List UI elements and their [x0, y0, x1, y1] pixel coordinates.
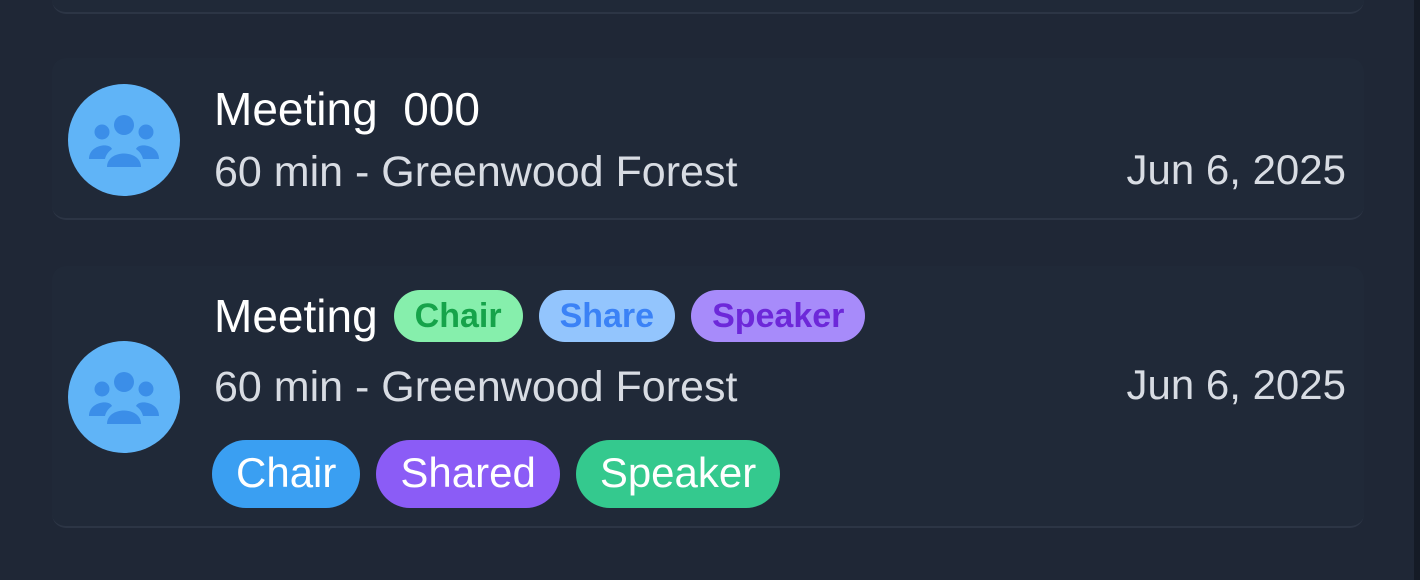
meeting-details: 60 min - Greenwood Forest [214, 148, 738, 196]
role-pill-speaker: Speaker [691, 290, 866, 342]
meeting-card[interactable]: Meeting 000 60 min - Greenwood Forest Ju… [52, 58, 1364, 220]
role-pill-share: Share [538, 290, 676, 342]
people-group-icon [89, 372, 159, 424]
meeting-date: Jun 6, 2025 [1126, 361, 1346, 408]
tag-speaker: Speaker [575, 440, 781, 508]
meeting-date: Jun 6, 2025 [1126, 146, 1346, 193]
meeting-details: 60 min - Greenwood Forest [214, 363, 738, 411]
role-pill-chair: Chair [393, 290, 523, 342]
people-group-icon [89, 115, 159, 167]
meeting-title-row: Meeting Chair Share Speaker [214, 288, 866, 344]
tag-chair: Chair [212, 440, 361, 508]
window-edge [1414, 0, 1420, 580]
meeting-title-row: Meeting 000 [214, 81, 480, 137]
meeting-card[interactable]: Meeting Chair Share Speaker 60 min - Gre… [52, 266, 1364, 528]
meeting-card-previous[interactable] [52, 0, 1364, 14]
tag-shared: Shared [376, 440, 560, 508]
meeting-avatar [68, 341, 180, 453]
meeting-avatar [68, 84, 180, 196]
meeting-title: Meeting [214, 290, 378, 342]
meetings-screen: { "colors": { "background": "#1f2736", "… [0, 0, 1420, 580]
meeting-tags: Chair Shared Speaker [212, 440, 796, 508]
meeting-title: Meeting 000 [214, 83, 480, 135]
